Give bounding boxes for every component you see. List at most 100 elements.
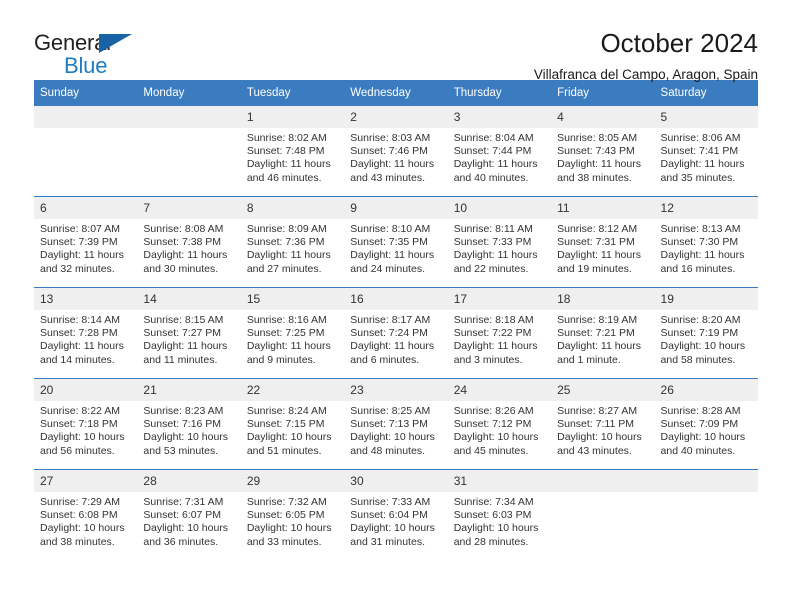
weekday-header-wednesday: Wednesday [350, 87, 411, 99]
day-cell[interactable]: 25 Sunrise: 8:27 AM Sunset: 7:11 PM Dayl… [551, 379, 655, 469]
day-cell[interactable] [654, 470, 758, 560]
day-cell[interactable]: 7 Sunrise: 8:08 AM Sunset: 7:38 PM Dayli… [137, 197, 241, 287]
daylight-text-2: and 40 minutes. [453, 171, 529, 184]
day-cell[interactable]: 31 Sunrise: 7:34 AM Sunset: 6:03 PM Dayl… [447, 470, 552, 560]
sunset-text: Sunset: 7:09 PM [660, 418, 739, 431]
day-number: 22 [240, 379, 345, 401]
day-info [655, 492, 758, 496]
sunrise-text: Sunrise: 8:13 AM [660, 223, 741, 235]
day-info: Sunrise: 8:28 AM Sunset: 7:09 PM Dayligh… [655, 401, 758, 458]
day-number: 12 [654, 197, 758, 219]
day-number: 28 [137, 470, 241, 492]
sunrise-text: Sunrise: 8:04 AM [453, 132, 534, 144]
day-number: 29 [240, 470, 345, 492]
day-cell[interactable]: 23 Sunrise: 8:25 AM Sunset: 7:13 PM Dayl… [344, 379, 448, 469]
day-cell[interactable]: 24 Sunrise: 8:26 AM Sunset: 7:12 PM Dayl… [447, 379, 552, 469]
day-cell[interactable]: 15 Sunrise: 8:16 AM Sunset: 7:25 PM Dayl… [240, 288, 345, 378]
day-cell[interactable]: 18 Sunrise: 8:19 AM Sunset: 7:21 PM Dayl… [551, 288, 655, 378]
day-cell[interactable]: 17 Sunrise: 8:18 AM Sunset: 7:22 PM Dayl… [447, 288, 552, 378]
day-cell[interactable]: 16 Sunrise: 8:17 AM Sunset: 7:24 PM Dayl… [344, 288, 448, 378]
sunset-text: Sunset: 6:07 PM [143, 509, 222, 522]
daylight-text-1: Daylight: 11 hours [660, 249, 745, 262]
daylight-text-2: and 31 minutes. [350, 535, 425, 548]
day-cell[interactable]: 13 Sunrise: 8:14 AM Sunset: 7:28 PM Dayl… [34, 288, 138, 378]
sunrise-text: Sunrise: 7:32 AM [246, 496, 327, 508]
day-cell[interactable]: 4 Sunrise: 8:05 AM Sunset: 7:43 PM Dayli… [551, 106, 655, 196]
sunrise-text: Sunrise: 8:28 AM [660, 405, 741, 417]
day-cell[interactable]: 30 Sunrise: 7:33 AM Sunset: 6:04 PM Dayl… [344, 470, 448, 560]
sunrise-text: Sunrise: 7:31 AM [143, 496, 224, 508]
sunset-text: Sunset: 7:11 PM [557, 418, 634, 431]
day-cell[interactable]: 3 Sunrise: 8:04 AM Sunset: 7:44 PM Dayli… [447, 106, 552, 196]
day-cell[interactable]: 5 Sunrise: 8:06 AM Sunset: 7:41 PM Dayli… [654, 106, 758, 196]
day-cell[interactable]: 29 Sunrise: 7:32 AM Sunset: 6:05 PM Dayl… [240, 470, 345, 560]
day-cell[interactable]: 11 Sunrise: 8:12 AM Sunset: 7:31 PM Dayl… [551, 197, 655, 287]
day-cell[interactable]: 8 Sunrise: 8:09 AM Sunset: 7:36 PM Dayli… [240, 197, 345, 287]
day-cell[interactable]: 6 Sunrise: 8:07 AM Sunset: 7:39 PM Dayli… [34, 197, 138, 287]
sunset-text: Sunset: 7:31 PM [557, 236, 635, 249]
day-cell[interactable]: 27 Sunrise: 7:29 AM Sunset: 6:08 PM Dayl… [34, 470, 138, 560]
day-number: 1 [240, 106, 345, 128]
daylight-text-2: and 22 minutes. [453, 262, 529, 275]
sunrise-text: Sunrise: 8:16 AM [246, 314, 327, 326]
sunrise-text: Sunrise: 7:34 AM [453, 496, 534, 508]
day-info: Sunrise: 8:24 AM Sunset: 7:15 PM Dayligh… [241, 401, 344, 458]
daylight-text-1: Daylight: 11 hours [557, 340, 641, 353]
day-cell[interactable] [137, 106, 241, 196]
day-number: 24 [447, 379, 552, 401]
sunset-text: Sunset: 7:19 PM [660, 327, 739, 340]
day-cell[interactable]: 26 Sunrise: 8:28 AM Sunset: 7:09 PM Dayl… [654, 379, 758, 469]
daylight-text-2: and 3 minutes. [453, 353, 523, 366]
general-blue-logo[interactable]: General Blue [34, 28, 224, 77]
sunset-text: Sunset: 7:22 PM [453, 327, 532, 340]
logo-triangle-icon [99, 34, 132, 53]
day-info: Sunrise: 8:16 AM Sunset: 7:25 PM Dayligh… [241, 310, 344, 367]
day-info: Sunrise: 8:08 AM Sunset: 7:38 PM Dayligh… [137, 219, 240, 276]
day-number: 18 [551, 288, 655, 310]
day-number: 21 [137, 379, 241, 401]
day-cell[interactable]: 22 Sunrise: 8:24 AM Sunset: 7:15 PM Dayl… [240, 379, 345, 469]
sunrise-text: Sunrise: 8:22 AM [40, 405, 120, 417]
sunset-text: Sunset: 6:05 PM [246, 509, 325, 522]
day-cell[interactable]: 12 Sunrise: 8:13 AM Sunset: 7:30 PM Dayl… [654, 197, 758, 287]
day-cell[interactable]: 28 Sunrise: 7:31 AM Sunset: 6:07 PM Dayl… [137, 470, 241, 560]
day-cell[interactable]: 20 Sunrise: 8:22 AM Sunset: 7:18 PM Dayl… [34, 379, 138, 469]
sunset-text: Sunset: 7:18 PM [40, 418, 118, 431]
sunrise-text: Sunrise: 8:18 AM [453, 314, 534, 326]
day-cell[interactable]: 19 Sunrise: 8:20 AM Sunset: 7:19 PM Dayl… [654, 288, 758, 378]
day-number: 2 [344, 106, 448, 128]
day-info: Sunrise: 8:11 AM Sunset: 7:33 PM Dayligh… [448, 219, 551, 276]
day-cell[interactable]: 10 Sunrise: 8:11 AM Sunset: 7:33 PM Dayl… [447, 197, 552, 287]
day-number: 16 [344, 288, 448, 310]
day-info: Sunrise: 8:06 AM Sunset: 7:41 PM Dayligh… [655, 128, 758, 185]
week-row: 13 Sunrise: 8:14 AM Sunset: 7:28 PM Dayl… [34, 287, 758, 378]
sunrise-text: Sunrise: 7:33 AM [350, 496, 431, 508]
day-cell[interactable]: 2 Sunrise: 8:03 AM Sunset: 7:46 PM Dayli… [344, 106, 448, 196]
sunset-text: Sunset: 7:39 PM [40, 236, 118, 249]
day-info: Sunrise: 8:18 AM Sunset: 7:22 PM Dayligh… [448, 310, 551, 367]
day-cell[interactable]: 1 Sunrise: 8:02 AM Sunset: 7:48 PM Dayli… [240, 106, 345, 196]
day-number [137, 106, 241, 128]
daylight-text-2: and 43 minutes. [557, 444, 632, 457]
day-info: Sunrise: 8:25 AM Sunset: 7:13 PM Dayligh… [344, 401, 447, 458]
week-row: 27 Sunrise: 7:29 AM Sunset: 6:08 PM Dayl… [34, 469, 758, 560]
day-cell[interactable] [34, 106, 138, 196]
day-cell[interactable] [551, 470, 655, 560]
sunset-text: Sunset: 7:48 PM [246, 145, 325, 158]
day-number: 20 [34, 379, 138, 401]
day-info: Sunrise: 8:03 AM Sunset: 7:46 PM Dayligh… [344, 128, 447, 185]
day-number [34, 106, 138, 128]
day-info: Sunrise: 8:19 AM Sunset: 7:21 PM Dayligh… [551, 310, 654, 367]
day-cell[interactable]: 14 Sunrise: 8:15 AM Sunset: 7:27 PM Dayl… [137, 288, 241, 378]
daylight-text-1: Daylight: 10 hours [350, 522, 435, 535]
sunset-text: Sunset: 7:41 PM [660, 145, 739, 158]
day-cell[interactable]: 21 Sunrise: 8:23 AM Sunset: 7:16 PM Dayl… [137, 379, 241, 469]
daylight-text-2: and 38 minutes. [40, 535, 115, 548]
day-cell[interactable]: 9 Sunrise: 8:10 AM Sunset: 7:35 PM Dayli… [344, 197, 448, 287]
week-row: 20 Sunrise: 8:22 AM Sunset: 7:18 PM Dayl… [34, 378, 758, 469]
logo-text-blue: Blue [64, 53, 108, 78]
day-number: 23 [344, 379, 448, 401]
daylight-text-1: Daylight: 11 hours [350, 158, 435, 171]
day-number: 25 [551, 379, 655, 401]
sunrise-text: Sunrise: 8:19 AM [557, 314, 638, 326]
